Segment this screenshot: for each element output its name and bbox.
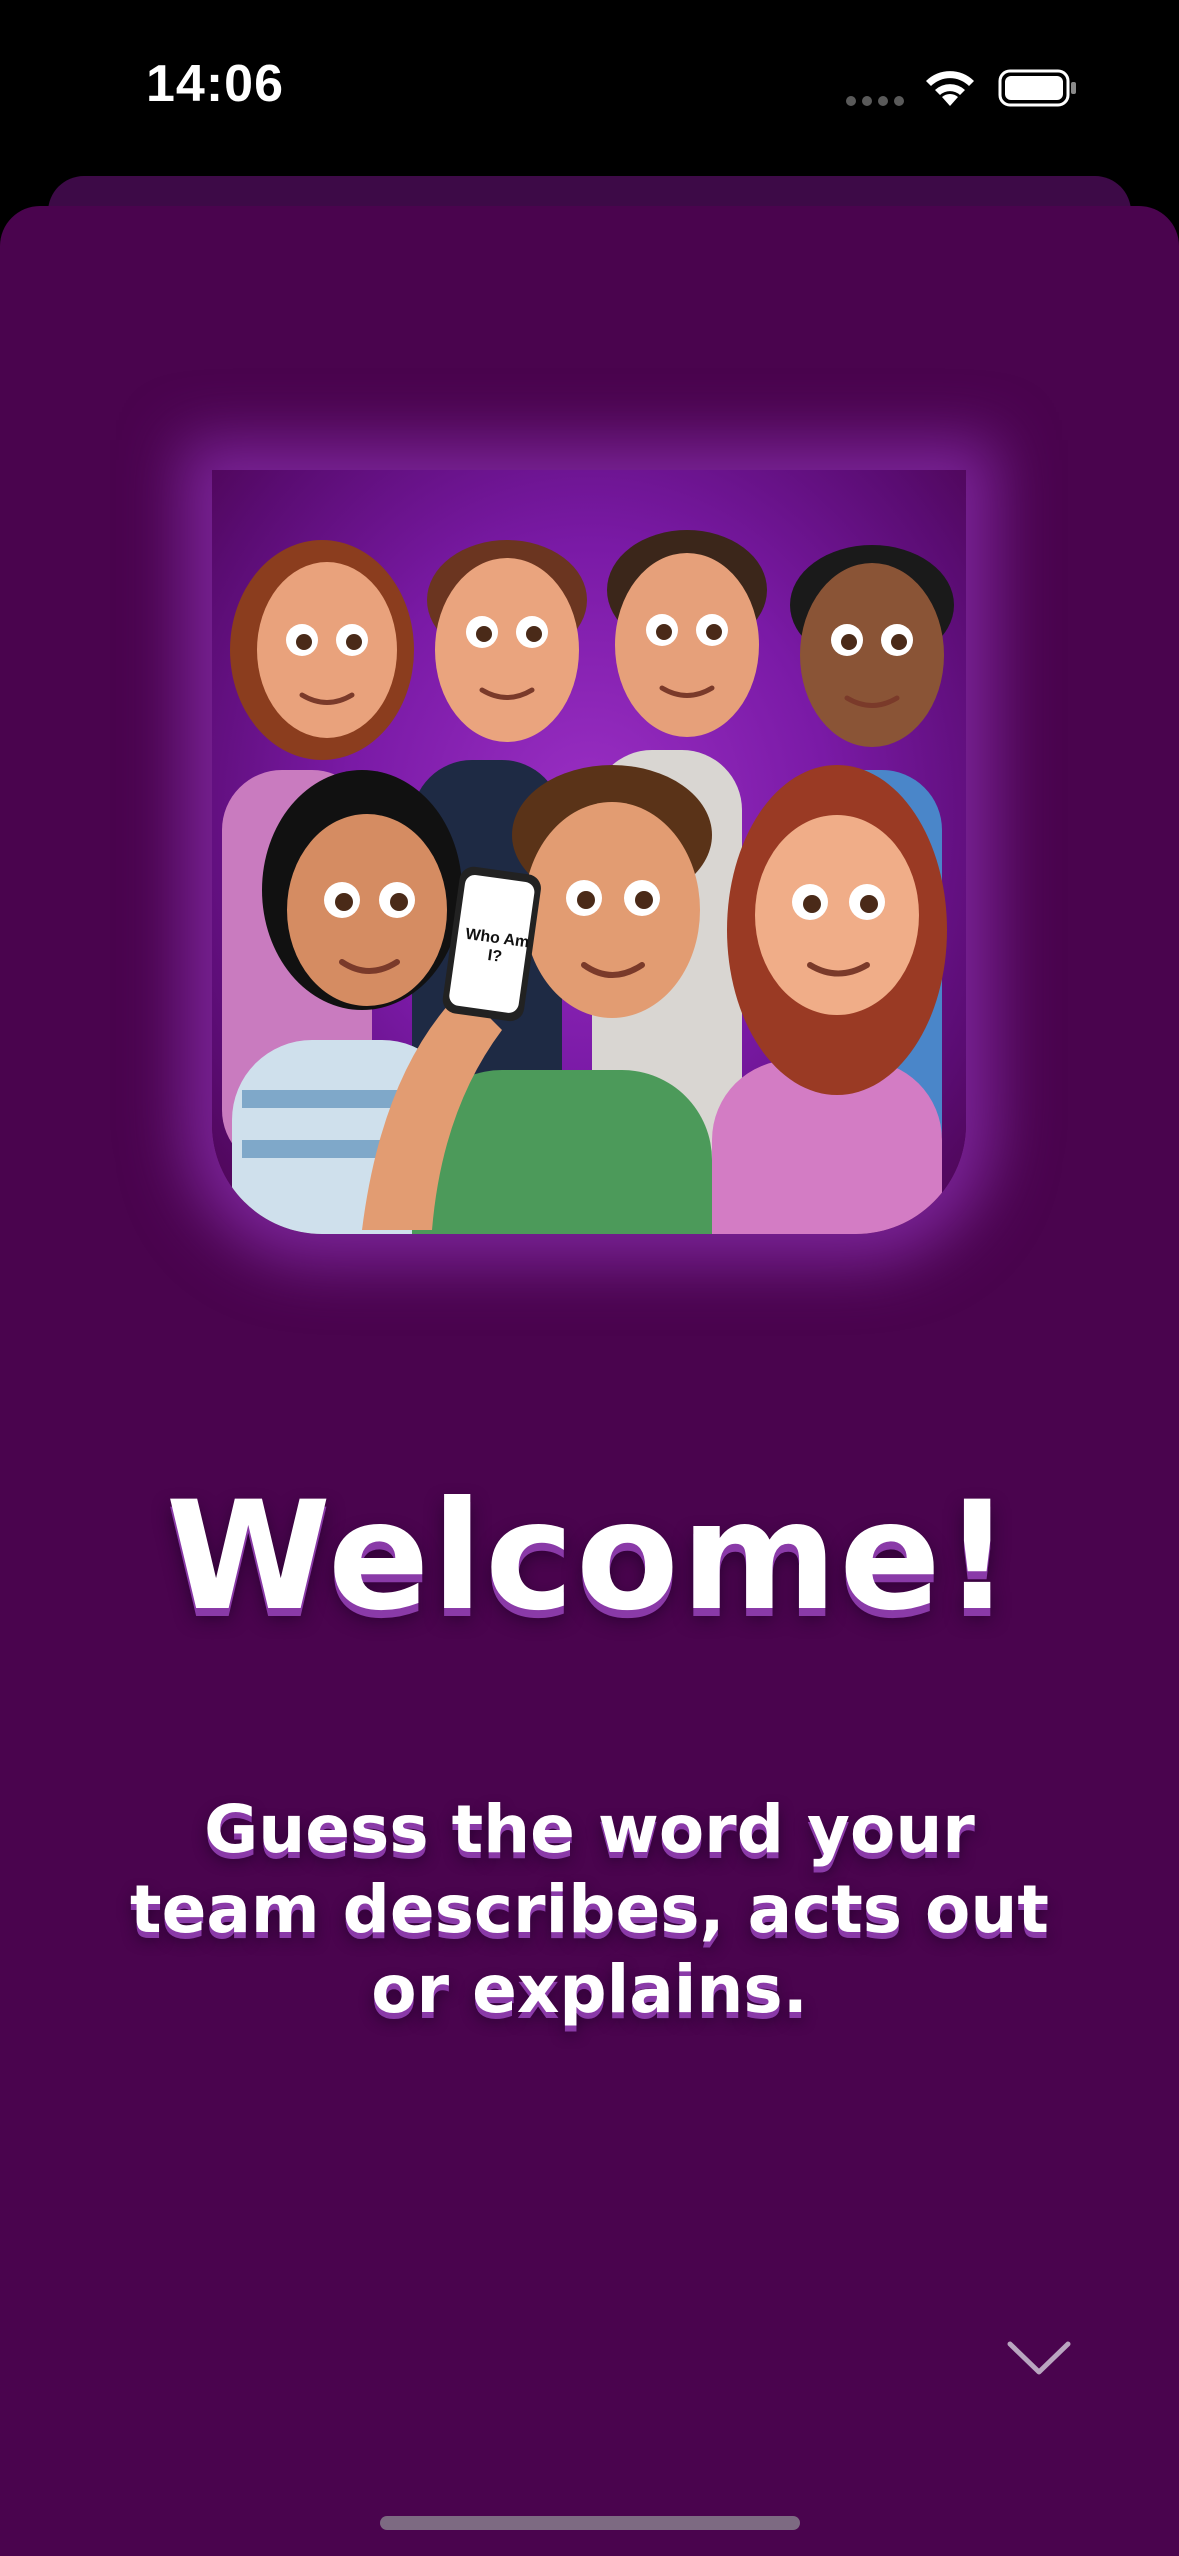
cellular-signal-icon: [846, 96, 906, 106]
battery-icon: [998, 69, 1076, 107]
status-bar: 14:06: [0, 0, 1179, 170]
welcome-subtitle: Guess the word your team describes, acts…: [130, 1791, 1049, 2028]
hero-illustration: Who Am I?: [212, 470, 966, 1234]
welcome-title: Welcome!: [165, 1470, 1014, 1644]
chevron-down-icon[interactable]: [1004, 2336, 1074, 2382]
home-indicator[interactable]: [380, 2516, 800, 2530]
group-of-friends-illustration: [222, 530, 954, 1234]
status-time: 14:06: [146, 55, 284, 113]
wifi-icon: [926, 71, 974, 106]
